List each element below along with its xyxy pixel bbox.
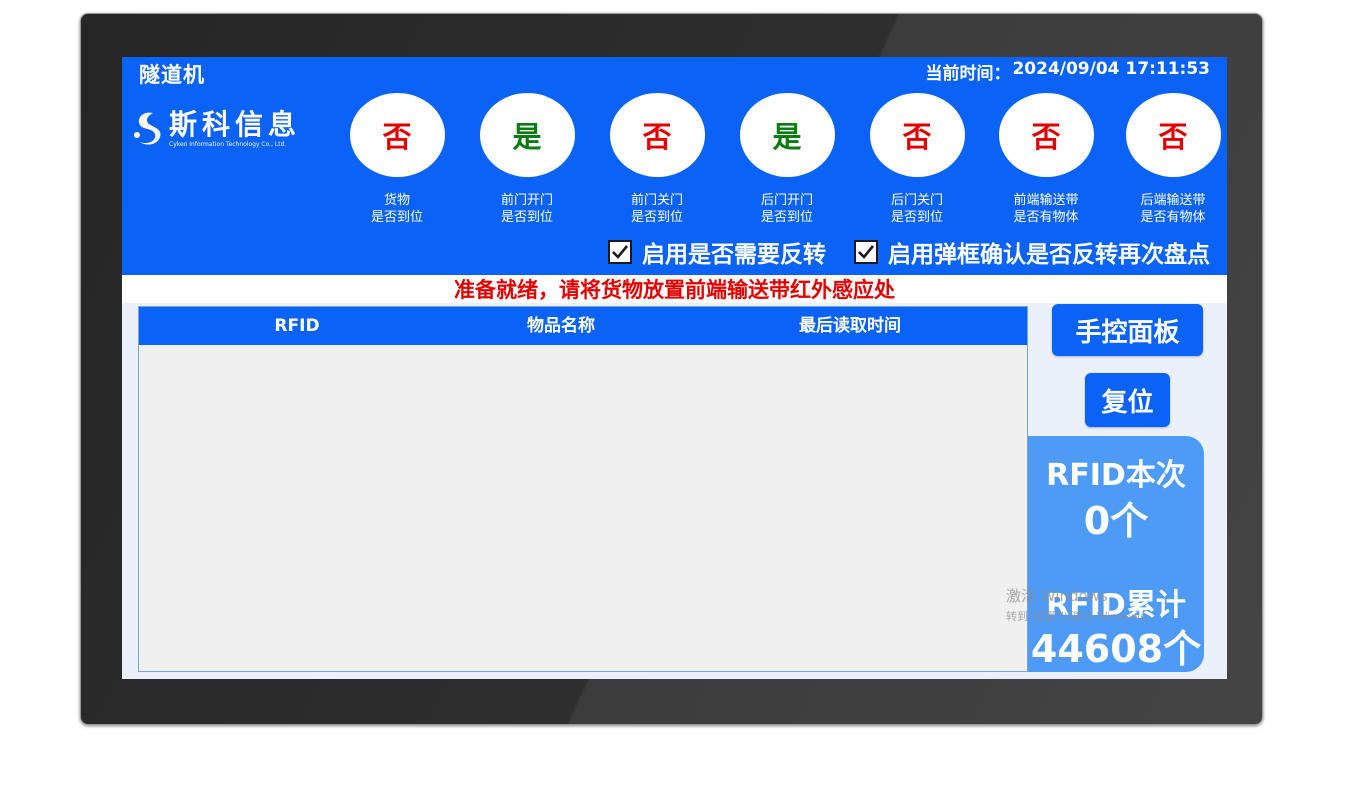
indicator-front-door-open: 是 前门开门 是否到位 — [472, 93, 582, 233]
indicator-label-line: 前门开门 — [500, 193, 553, 208]
checkbox-reverse[interactable] — [608, 240, 632, 264]
indicator-circle: 否 — [349, 93, 445, 177]
watermark-line-2: 转到"设置"以激活 Windows。 — [1006, 610, 1157, 623]
logo-text: 斯科信息 Cykeo Information Technology Co., L… — [169, 107, 302, 149]
indicator-rear-door-open: 是 后门开门 是否到位 — [732, 93, 842, 233]
indicator-front-conveyor-object: 否 前端输送带 是否有物体 — [991, 93, 1101, 233]
column-header-last-read-time[interactable]: 最后读取时间 — [750, 307, 950, 345]
indicator-label: 前端输送带 是否有物体 — [1013, 192, 1078, 226]
app-title: 隧道机 — [139, 63, 205, 87]
indicator-label-line: 后门开门 — [760, 193, 813, 208]
indicator-label-line: 前门关门 — [630, 193, 683, 208]
indicator-label-line: 前端输送带 — [1013, 193, 1079, 208]
app-screen: 隧道机 当前时间： 2024/09/04 17:11:53 斯科信息 Cykeo… — [122, 57, 1227, 679]
indicator-circle: 否 — [998, 93, 1094, 177]
indicator-front-door-close: 否 前门关门 是否到位 — [602, 93, 712, 233]
indicator-rear-conveyor-object: 否 后端输送带 是否有物体 — [1118, 93, 1227, 233]
options-row: 启用是否需要反转 启用弹框确认是否反转再次盘点 — [608, 235, 1210, 269]
logo-swirl-icon — [134, 112, 161, 145]
logo-subtitle: Cykeo Information Technology Co., Ltd. — [169, 140, 287, 148]
indicator-label: 后门关门 是否到位 — [891, 192, 943, 226]
table-body[interactable] — [139, 345, 1027, 671]
rfid-current-label: RFID本次 — [1046, 458, 1186, 493]
indicator-label-line: 货物 — [383, 193, 410, 208]
checkbox-confirm-reverse[interactable] — [854, 240, 878, 264]
option-reverse[interactable]: 启用是否需要反转 — [608, 235, 826, 269]
clock-label: 当前时间： — [925, 64, 1011, 84]
column-header-rfid[interactable]: RFID — [197, 307, 397, 345]
checkmark-icon — [612, 245, 629, 259]
rfid-current-value: 0个 — [1083, 499, 1149, 543]
indicator-circle: 否 — [869, 93, 965, 177]
indicator-label: 前门关门 是否到位 — [631, 192, 683, 226]
indicator-label: 后门开门 是否到位 — [761, 192, 813, 226]
rfid-stats-panel: RFID本次 0个 RFID累计 44608个 — [1028, 436, 1204, 672]
checkmark-icon — [858, 245, 875, 259]
indicator-rear-door-close: 否 后门关门 是否到位 — [862, 93, 972, 233]
indicator-circle: 否 — [609, 93, 705, 177]
clock-value: 2024/09/04 17:11:53 — [1012, 59, 1210, 79]
option-reverse-label: 启用是否需要反转 — [642, 242, 826, 268]
status-message: 准备就绪，请将货物放置前端输送带红外感应处 — [454, 278, 895, 302]
indicator-circle: 是 — [479, 93, 575, 177]
indicator-cargo-in-place: 否 货物 是否到位 — [342, 93, 452, 233]
company-logo: 斯科信息 Cykeo Information Technology Co., L… — [131, 107, 311, 151]
indicator-label-line: 是否到位 — [890, 210, 943, 225]
indicator-label-line: 是否到位 — [760, 210, 813, 225]
indicator-circle: 是 — [739, 93, 835, 177]
option-confirm-reverse-label: 启用弹框确认是否反转再次盘点 — [888, 242, 1210, 268]
indicator-label-line: 后端输送带 — [1140, 193, 1206, 208]
indicator-label: 前门开门 是否到位 — [501, 192, 553, 226]
indicator-label-line: 是否有物体 — [1013, 210, 1079, 225]
indicator-label: 后端输送带 是否有物体 — [1140, 192, 1205, 226]
logo-name: 斯科信息 — [169, 107, 302, 141]
indicator-label-line: 是否到位 — [500, 210, 553, 225]
manual-panel-button[interactable]: 手控面板 — [1052, 304, 1203, 356]
clock: 当前时间： 2024/09/04 17:11:53 — [925, 59, 1210, 84]
indicator-label: 货物 是否到位 — [371, 192, 423, 226]
indicator-label-line: 是否有物体 — [1140, 210, 1206, 225]
rfid-table: RFID 物品名称 最后读取时间 — [138, 306, 1028, 672]
column-header-item-name[interactable]: 物品名称 — [461, 307, 661, 345]
header: 隧道机 当前时间： 2024/09/04 17:11:53 斯科信息 Cykeo… — [122, 57, 1227, 275]
indicator-label-line: 是否到位 — [370, 210, 423, 225]
indicator-circle: 否 — [1125, 93, 1221, 177]
indicator-label-line: 是否到位 — [630, 210, 683, 225]
watermark-line-1: 激活 Windows — [1006, 587, 1108, 605]
table-header: RFID 物品名称 最后读取时间 — [139, 307, 1027, 345]
rfid-total-value: 44608个 — [1030, 627, 1202, 671]
reset-button[interactable]: 复位 — [1085, 373, 1170, 427]
main-content: RFID 物品名称 最后读取时间 手控面板 复位 RFID本次 0个 RFID累… — [122, 303, 1227, 679]
windows-activation-watermark: 激活 Windows 转到"设置"以激活 Windows。 — [1006, 585, 1157, 624]
indicator-label-line: 后门关门 — [890, 193, 943, 208]
option-confirm-reverse[interactable]: 启用弹框确认是否反转再次盘点 — [854, 235, 1210, 269]
